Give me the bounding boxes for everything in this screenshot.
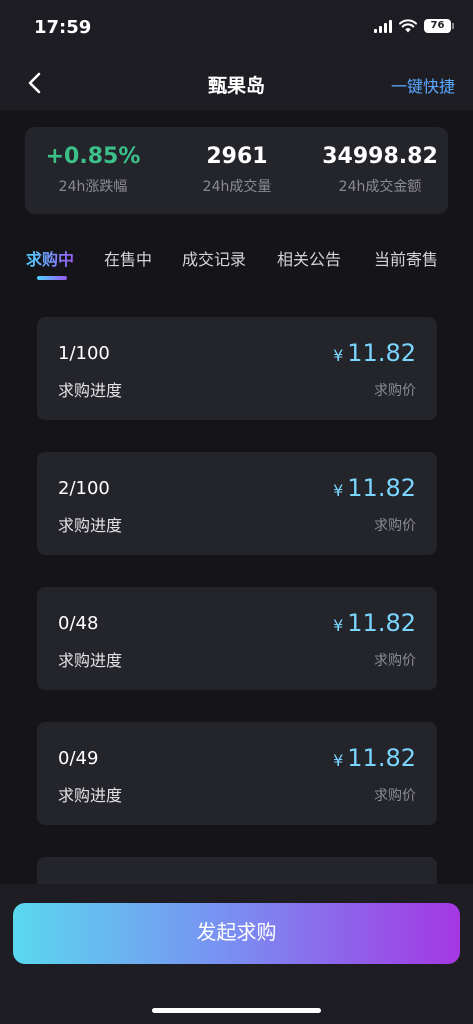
status-icons: 76	[374, 19, 454, 33]
listing-price: ¥11.82	[333, 744, 416, 772]
listing-price-label: 求购价	[374, 518, 416, 534]
price-amount: 11.82	[347, 339, 416, 367]
list-item[interactable]: 1/100 求购进度 ¥11.82 求购价	[37, 317, 437, 420]
listing-progress: 0/49	[58, 748, 99, 769]
price-amount: 11.82	[347, 609, 416, 637]
wifi-icon	[399, 19, 417, 33]
currency-symbol: ¥	[333, 751, 344, 770]
listing-progress: 0/48	[58, 613, 99, 634]
stat-change-value: +0.85%	[45, 144, 141, 169]
stat-amount: 34998.82 24h成交金额	[315, 143, 445, 196]
currency-symbol: ¥	[333, 616, 344, 635]
tab-indicator	[37, 276, 67, 280]
home-indicator	[152, 1008, 321, 1013]
listing-price-label: 求购价	[374, 383, 416, 399]
price-amount: 11.82	[347, 474, 416, 502]
listing-price-label: 求购价	[374, 788, 416, 804]
currency-symbol: ¥	[333, 346, 344, 365]
price-amount: 11.82	[347, 744, 416, 772]
list-item[interactable]: 2/100 求购进度 ¥11.82 求购价	[37, 452, 437, 555]
listing-progress: 2/100	[58, 478, 110, 499]
battery-icon: 76	[424, 19, 454, 33]
listing-price: ¥11.82	[333, 474, 416, 502]
screen: 17:59 76 甄果岛 一键快捷 +0.85% 24h涨跌幅 2961 24h…	[0, 0, 473, 1024]
stat-volume: 2961 24h成交量	[177, 143, 297, 196]
signal-icon	[374, 19, 392, 33]
stats-card: +0.85% 24h涨跌幅 2961 24h成交量 34998.82 24h成交…	[25, 127, 448, 214]
stat-amount-label: 24h成交金额	[338, 179, 422, 195]
listing-progress-label: 求购进度	[58, 786, 123, 805]
tab-transactions[interactable]: 成交记录	[182, 246, 246, 270]
start-buy-request-button[interactable]: 发起求购	[13, 903, 460, 964]
listing-price-label: 求购价	[374, 653, 416, 669]
stat-volume-label: 24h成交量	[202, 179, 272, 195]
status-time: 17:59	[34, 17, 92, 38]
stat-change-label: 24h涨跌幅	[58, 179, 128, 195]
bottom-bar: 发起求购	[0, 884, 473, 1024]
stat-change: +0.85% 24h涨跌幅	[33, 143, 153, 196]
list-item[interactable]: 0/49 求购进度 ¥11.82 求购价	[37, 722, 437, 825]
tab-buying[interactable]: 求购中	[26, 246, 74, 270]
tab-consignment[interactable]: 当前寄售	[374, 246, 438, 270]
listing-progress-label: 求购进度	[58, 516, 123, 535]
quick-action-link[interactable]: 一键快捷	[391, 73, 455, 97]
listing-progress-label: 求购进度	[58, 381, 123, 400]
listing-price: ¥11.82	[333, 609, 416, 637]
status-bar: 17:59 76	[0, 0, 473, 58]
listing-progress: 1/100	[58, 343, 110, 364]
currency-symbol: ¥	[333, 481, 344, 500]
nav-bar: 甄果岛 一键快捷	[0, 58, 473, 110]
stat-amount-value: 34998.82	[322, 144, 438, 169]
tab-bar: 求购中 在售中 成交记录 相关公告 当前寄售	[0, 246, 473, 282]
stat-volume-value: 2961	[206, 144, 268, 169]
listing-price: ¥11.82	[333, 339, 416, 367]
list-item[interactable]: 0/48 求购进度 ¥11.82 求购价	[37, 587, 437, 690]
tab-on-sale[interactable]: 在售中	[104, 246, 152, 270]
tab-announcements[interactable]: 相关公告	[277, 246, 341, 270]
listing-progress-label: 求购进度	[58, 651, 123, 670]
